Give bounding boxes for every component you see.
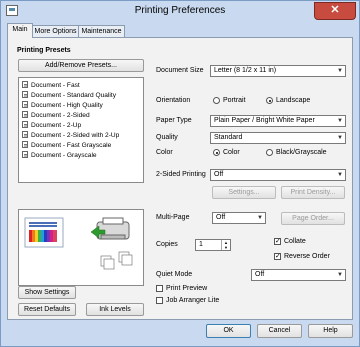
title-bar: Printing Preferences ✕ <box>1 1 359 21</box>
preview-illustration <box>24 217 133 270</box>
reset-defaults-button[interactable]: Reset Defaults <box>18 303 76 316</box>
black-grayscale-label: Black/Grayscale <box>276 149 327 156</box>
document-size-label: Document Size <box>156 67 204 74</box>
document-icon <box>22 81 28 88</box>
collate-checkbox[interactable]: ✓ <box>274 238 281 245</box>
print-density-button[interactable]: Print Density... <box>281 186 345 199</box>
close-button[interactable]: ✕ <box>314 2 356 20</box>
two-sided-settings-button[interactable]: Settings... <box>212 186 276 199</box>
document-size-select[interactable]: Letter (8 1/2 x 11 in) ▼ <box>210 65 346 77</box>
quiet-mode-select[interactable]: Off ▼ <box>251 269 346 281</box>
orientation-label: Orientation <box>156 97 191 104</box>
copies-stepper[interactable]: 1 ▲ ▼ <box>195 239 231 251</box>
document-icon <box>22 131 28 138</box>
presets-heading: Printing Presets <box>17 47 71 54</box>
chevron-down-icon: ▼ <box>337 272 343 278</box>
print-preview-checkbox[interactable] <box>156 285 163 292</box>
document-icon <box>22 91 28 98</box>
copies-label: Copies <box>156 241 178 248</box>
tab-maintenance[interactable]: Maintenance <box>78 25 125 37</box>
printing-preferences-window: Printing Preferences ✕ Main More Options… <box>0 0 360 347</box>
chevron-down-icon: ▼ <box>337 118 343 124</box>
ink-levels-button[interactable]: Ink Levels <box>86 303 144 316</box>
paper-stack-icon <box>100 251 133 270</box>
document-icon <box>22 111 28 118</box>
paper-type-select[interactable]: Plain Paper / Bright White Paper ▼ <box>210 115 346 127</box>
help-button[interactable]: Help <box>308 324 353 338</box>
cancel-button[interactable]: Cancel <box>257 324 302 338</box>
preset-item[interactable]: Document - Standard Quality <box>22 91 116 100</box>
color-option-label: Color <box>223 149 240 156</box>
main-tab-panel: Printing Presets Add/Remove Presets... D… <box>7 37 353 320</box>
job-arranger-checkbox[interactable] <box>156 297 163 304</box>
print-preview-label: Print Preview <box>166 285 208 292</box>
landscape-radio[interactable] <box>266 97 273 104</box>
chevron-down-icon: ▼ <box>337 135 343 141</box>
ok-button[interactable]: OK <box>206 324 251 338</box>
color-radio[interactable] <box>213 149 220 156</box>
print-preview-graphic <box>18 209 144 286</box>
document-icon <box>22 151 28 158</box>
chevron-down-icon: ▼ <box>337 172 343 178</box>
preset-item[interactable]: Document - 2-Sided with 2-Up <box>22 131 119 140</box>
quality-select[interactable]: Standard ▼ <box>210 132 346 144</box>
two-sided-label: 2-Sided Printing <box>156 171 206 178</box>
reverse-order-checkbox[interactable]: ✓ <box>274 253 281 260</box>
portrait-radio[interactable] <box>213 97 220 104</box>
portrait-label: Portrait <box>223 97 246 104</box>
preset-item[interactable]: Document - Grayscale <box>22 151 97 160</box>
presets-list[interactable]: Document - Fast Document - Standard Qual… <box>18 77 144 183</box>
reverse-order-label: Reverse Order <box>284 253 330 260</box>
landscape-label: Landscape <box>276 97 311 104</box>
color-label: Color <box>156 149 173 156</box>
two-sided-select[interactable]: Off ▼ <box>210 169 346 181</box>
multipage-select[interactable]: Off ▼ <box>212 212 266 224</box>
preset-item[interactable]: Document - Fast <box>22 81 80 90</box>
chevron-down-icon: ▼ <box>257 215 263 221</box>
page-order-button[interactable]: Page Order... <box>281 212 345 225</box>
quiet-mode-label: Quiet Mode <box>156 271 193 278</box>
preset-item[interactable]: Document - Fast Grayscale <box>22 141 111 150</box>
tab-main[interactable]: Main <box>7 23 33 38</box>
spin-down-icon[interactable]: ▼ <box>221 245 230 250</box>
paper-type-label: Paper Type <box>156 117 192 124</box>
window-title: Printing Preferences <box>134 5 226 16</box>
black-grayscale-radio[interactable] <box>266 149 273 156</box>
collate-label: Collate <box>284 238 306 245</box>
document-icon <box>22 101 28 108</box>
color-bar-icon <box>29 230 57 242</box>
add-remove-presets-button[interactable]: Add/Remove Presets... <box>18 59 144 72</box>
document-icon <box>22 121 28 128</box>
quality-label: Quality <box>156 134 178 141</box>
preset-item[interactable]: Document - High Quality <box>22 101 103 110</box>
printer-icon <box>90 217 130 240</box>
tab-more-options[interactable]: More Options <box>32 25 79 37</box>
job-arranger-label: Job Arranger Lite <box>166 297 220 304</box>
chevron-down-icon: ▼ <box>337 68 343 74</box>
multipage-label: Multi-Page <box>156 214 190 221</box>
preset-item[interactable]: Document - 2-Up <box>22 121 81 130</box>
preset-item[interactable]: Document - 2-Sided <box>22 111 90 120</box>
document-icon <box>22 141 28 148</box>
show-settings-button[interactable]: Show Settings <box>18 286 76 299</box>
